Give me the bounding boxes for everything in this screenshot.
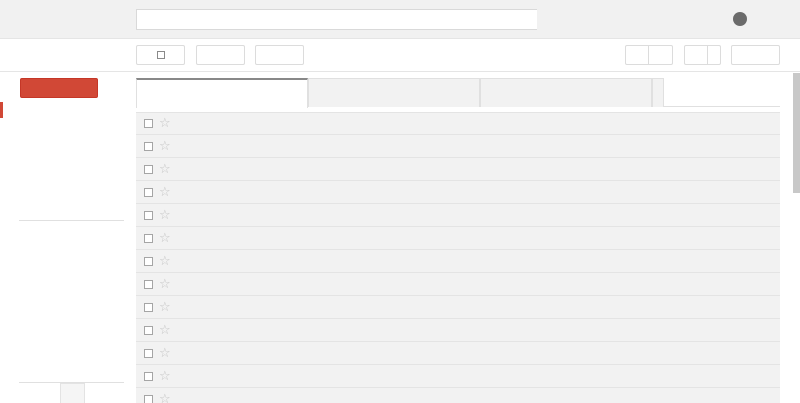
table-row[interactable]: ☆	[136, 273, 780, 296]
action-toolbar	[0, 39, 800, 72]
select-all-button[interactable]	[136, 45, 185, 65]
checkbox-icon[interactable]	[144, 325, 153, 335]
checkbox-icon[interactable]	[144, 371, 153, 381]
checkbox-icon[interactable]	[144, 256, 153, 266]
category-tabs	[136, 78, 780, 108]
table-row[interactable]: ☆	[136, 181, 780, 204]
input-tools-button[interactable]	[684, 45, 708, 65]
checkbox-icon[interactable]	[144, 187, 153, 197]
star-outline-icon[interactable]: ☆	[159, 163, 171, 176]
input-tools-dropdown-button[interactable]	[707, 45, 721, 65]
table-row[interactable]: ☆	[136, 319, 780, 342]
settings-button[interactable]	[731, 45, 780, 65]
checkbox-icon[interactable]	[144, 233, 153, 243]
table-row[interactable]: ☆	[136, 365, 780, 388]
checkbox-icon[interactable]	[144, 210, 153, 220]
table-row[interactable]: ☆	[136, 112, 780, 135]
newer-page-button[interactable]	[625, 45, 649, 65]
tab-primary[interactable]	[136, 78, 308, 108]
star-outline-icon[interactable]: ☆	[159, 255, 171, 268]
top-header	[0, 0, 800, 39]
table-row[interactable]: ☆	[136, 250, 780, 273]
star-outline-icon[interactable]: ☆	[159, 232, 171, 245]
refresh-button[interactable]	[196, 45, 245, 65]
hangouts-tab[interactable]	[60, 383, 85, 403]
checkbox-icon[interactable]	[144, 119, 153, 128]
checkbox-icon	[156, 51, 165, 59]
checkbox-icon[interactable]	[144, 164, 153, 174]
star-outline-icon[interactable]: ☆	[159, 324, 171, 337]
star-outline-icon[interactable]: ☆	[159, 117, 171, 130]
star-outline-icon[interactable]: ☆	[159, 347, 171, 360]
star-outline-icon[interactable]: ☆	[159, 301, 171, 314]
star-outline-icon[interactable]: ☆	[159, 278, 171, 291]
more-button[interactable]	[255, 45, 304, 65]
checkbox-icon[interactable]	[144, 141, 153, 151]
star-outline-icon[interactable]: ☆	[159, 209, 171, 222]
star-outline-icon[interactable]: ☆	[159, 140, 171, 153]
table-row[interactable]: ☆	[136, 204, 780, 227]
account-avatar-icon[interactable]	[733, 12, 747, 26]
active-folder-indicator	[0, 102, 3, 118]
compose-button[interactable]	[20, 78, 98, 98]
search-input[interactable]	[136, 9, 537, 30]
star-outline-icon[interactable]: ☆	[159, 393, 171, 403]
table-row[interactable]: ☆	[136, 342, 780, 365]
checkbox-icon[interactable]	[144, 302, 153, 312]
tab-promotions[interactable]	[480, 78, 652, 107]
tab-social[interactable]	[308, 78, 480, 107]
table-row[interactable]: ☆	[136, 296, 780, 319]
checkbox-icon[interactable]	[144, 394, 153, 403]
checkbox-icon[interactable]	[144, 279, 153, 289]
scrollbar-thumb[interactable]	[793, 73, 800, 193]
tab-add[interactable]	[652, 78, 664, 107]
table-row[interactable]: ☆	[136, 227, 780, 250]
table-row[interactable]: ☆	[136, 135, 780, 158]
checkbox-icon[interactable]	[144, 348, 153, 358]
sidebar-divider	[19, 220, 124, 221]
left-sidebar	[0, 72, 130, 403]
message-list: ☆ ☆ ☆ ☆ ☆ ☆ ☆ ☆ ☆ ☆ ☆ ☆ ☆	[136, 112, 780, 403]
mail-app: ☆ ☆ ☆ ☆ ☆ ☆ ☆ ☆ ☆ ☆ ☆ ☆ ☆	[0, 0, 800, 403]
table-row[interactable]: ☆	[136, 388, 780, 403]
star-outline-icon[interactable]: ☆	[159, 186, 171, 199]
star-outline-icon[interactable]: ☆	[159, 370, 171, 383]
table-row[interactable]: ☆	[136, 158, 780, 181]
older-page-button[interactable]	[648, 45, 673, 65]
